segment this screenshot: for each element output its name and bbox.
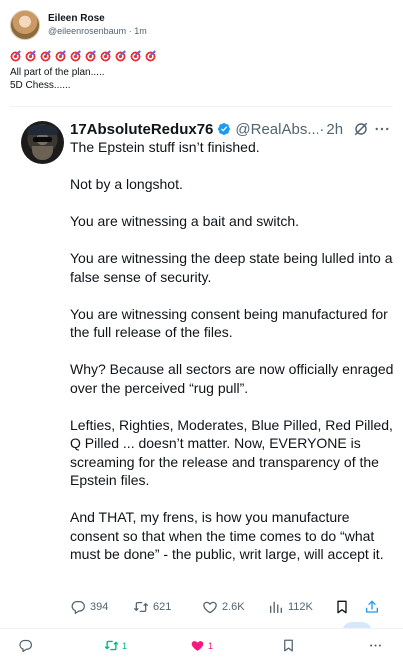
direct-hit-emoji-icon: [25, 51, 36, 62]
direct-hit-emoji-icon: [70, 51, 81, 62]
direct-hit-emoji-icon: [145, 51, 156, 62]
views-count: 112K: [288, 601, 313, 613]
bottom-bookmark-button[interactable]: [281, 638, 296, 653]
share-icon: [366, 600, 378, 613]
direct-hit-emoji-icon: [40, 51, 51, 62]
more-icon: [370, 644, 381, 647]
target-emoji-row: [10, 51, 156, 62]
tweet-paragraph: Why? Because all sectors are now officia…: [70, 361, 394, 396]
direct-hit-emoji-icon: [85, 51, 96, 62]
divider: [10, 106, 393, 107]
tweet-author-handle[interactable]: @RealAbs...: [235, 121, 318, 138]
views-button[interactable]: 112K: [268, 597, 313, 617]
repost-button[interactable]: 621: [133, 597, 171, 617]
tweet-text: The Epstein stuff isn’t finished. Not by…: [70, 138, 395, 582]
outer-post-line: All part of the plan.....: [10, 67, 105, 78]
outer-post-header: Eileen Rose @eileenrosenbaum · 1m: [10, 10, 147, 40]
bottom-like-button[interactable]: 1: [190, 638, 213, 653]
tweet-author-avatar[interactable]: [21, 121, 64, 164]
views-icon: [270, 601, 282, 613]
outer-post-line: 5D Chess......: [10, 80, 71, 91]
tweet-action-bar: 394 621 2.6K 112K: [70, 597, 390, 617]
reply-icon: [71, 601, 85, 614]
direct-hit-emoji-icon: [10, 51, 21, 62]
outer-author-name[interactable]: Eileen Rose: [48, 12, 147, 25]
like-button[interactable]: 2.6K: [202, 597, 245, 617]
bottom-like-count: 1: [208, 640, 214, 651]
bookmark-button[interactable]: [334, 597, 350, 617]
reply-button[interactable]: 394: [70, 597, 108, 617]
tweet-paragraph: You are witnessing the deep state being …: [70, 250, 393, 285]
tweet-header: 17AbsoluteRedux76 @RealAbs... · 2h: [70, 119, 395, 139]
outer-post-text: All part of the plan..... 5D Chess......: [10, 66, 105, 92]
reply-count: 394: [90, 601, 109, 613]
bookmark-icon: [284, 639, 293, 652]
outer-author-meta: @eileenrosenbaum · 1m: [48, 25, 147, 38]
like-icon: [203, 601, 217, 614]
outer-timestamp[interactable]: 1m: [134, 26, 147, 36]
like-icon: [191, 641, 204, 651]
tweet-paragraph: You are witnessing a bait and switch.: [70, 213, 300, 229]
verified-badge-icon: [218, 123, 231, 135]
bottom-repost-button[interactable]: 1: [104, 638, 127, 653]
like-count: 2.6K: [222, 601, 245, 613]
repost-count: 621: [153, 601, 172, 613]
tweet-paragraph: Lefties, Righties, Moderates, Blue Pille…: [70, 416, 393, 489]
outer-author-handle[interactable]: @eileenrosenbaum: [48, 26, 126, 36]
tweet-timestamp[interactable]: 2h: [326, 121, 343, 138]
tweet-separator: ·: [319, 120, 325, 138]
direct-hit-emoji-icon: [115, 51, 126, 62]
direct-hit-emoji-icon: [130, 51, 141, 62]
bottom-reply-button[interactable]: [18, 638, 33, 653]
outer-author-avatar[interactable]: [10, 10, 40, 40]
bookmark-icon: [337, 600, 347, 614]
direct-hit-emoji-icon: [100, 51, 111, 62]
tweet-paragraph: You are witnessing consent being manufac…: [70, 305, 388, 341]
outer-separator: ·: [128, 26, 132, 36]
tweet-author-name[interactable]: 17AbsoluteRedux76: [70, 121, 213, 138]
tweet-paragraph: Not by a longshot.: [70, 176, 183, 192]
reply-icon: [19, 639, 33, 653]
bottom-more-button[interactable]: [368, 638, 383, 653]
direct-hit-emoji-icon: [55, 51, 66, 62]
grok-icon[interactable]: [353, 121, 369, 137]
tweet-paragraph: The Epstein stuff isn’t finished.: [70, 139, 260, 155]
repost-icon: [134, 602, 148, 612]
more-icon[interactable]: [373, 120, 391, 138]
tweet-paragraph: And THAT, my frens, is how you manufactu…: [70, 509, 384, 562]
bottom-action-bar: 1 1: [0, 628, 403, 664]
repost-icon: [104, 640, 119, 651]
bottom-repost-count: 1: [122, 640, 128, 651]
share-button[interactable]: [364, 597, 380, 617]
